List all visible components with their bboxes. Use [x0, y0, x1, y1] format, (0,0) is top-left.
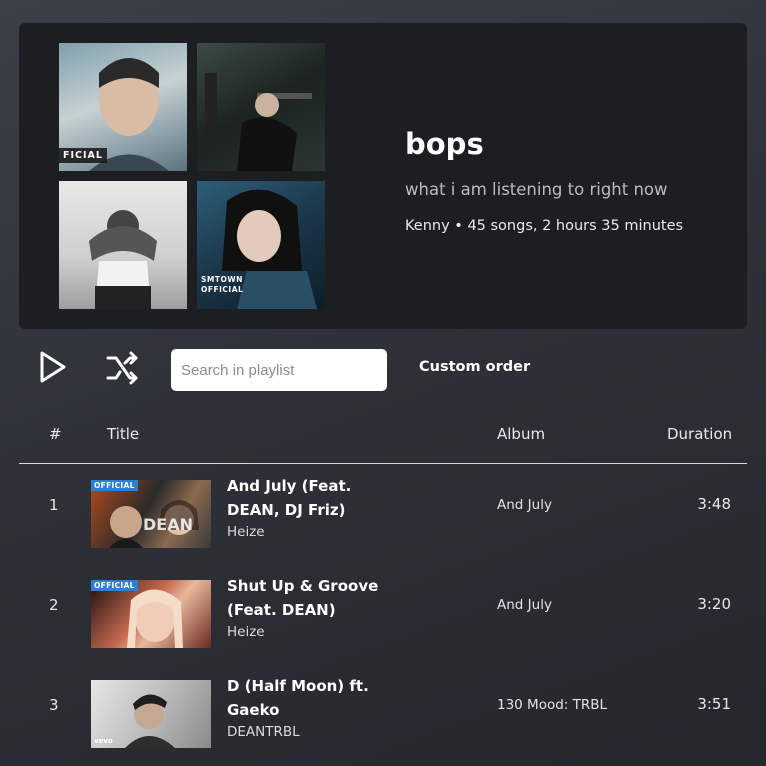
track-number: 2 [49, 596, 59, 614]
track-number: 1 [49, 496, 59, 514]
column-header-album[interactable]: Album [497, 425, 545, 443]
official-badge: OFFICIAL [91, 580, 138, 591]
track-title[interactable]: Shut Up & Groove (Feat. DEAN) [227, 574, 397, 622]
cover-art-1: FICIAL [59, 43, 187, 171]
cover-art-2 [197, 43, 325, 171]
cover-art-4: SMTOWN OFFICIAL [197, 181, 325, 309]
table-row[interactable]: 2 OFFICIAL Shut Up & Groove (Feat. DEAN)… [19, 564, 747, 664]
track-album[interactable]: 130 Mood: TRBL [497, 697, 607, 713]
playlist-meta: Kenny • 45 songs, 2 hours 35 minutes [405, 218, 684, 234]
track-title[interactable]: D (Half Moon) ft. Gaeko [227, 674, 397, 722]
track-number: 3 [49, 696, 59, 714]
track-thumbnail: vevo [91, 680, 211, 748]
shuffle-button[interactable] [104, 350, 140, 386]
vevo-badge: vevo [94, 737, 113, 745]
track-album[interactable]: And July [497, 597, 552, 613]
sort-order-button[interactable]: Custom order [419, 359, 530, 375]
track-thumbnail: DEAN OFFICIAL [91, 480, 211, 548]
cover-tag: FICIAL [59, 148, 107, 163]
column-header-number: # [49, 425, 62, 443]
table-row[interactable]: 3 vevo D (Half Moon) ft. Gaeko DEANTRBL … [19, 664, 747, 764]
track-duration: 3:51 [697, 695, 731, 713]
search-input[interactable] [171, 349, 387, 391]
svg-text:DEAN: DEAN [143, 515, 193, 534]
track-title[interactable]: And July (Feat. DEAN, DJ Friz) [227, 474, 397, 522]
shuffle-icon [106, 351, 138, 385]
track-artist[interactable]: Heize [227, 624, 265, 640]
track-artist[interactable]: DEANTRBL [227, 724, 300, 740]
official-badge: OFFICIAL [91, 480, 138, 491]
playlist-header: FICIAL SMTOWN OFFICIAL bops what i am li… [19, 23, 747, 329]
cover-tag: SMTOWN OFFICIAL [201, 275, 244, 294]
playlist-description: what i am listening to right now [405, 180, 668, 199]
track-album[interactable]: And July [497, 497, 552, 513]
track-artist[interactable]: Heize [227, 524, 265, 540]
table-row[interactable]: 1 DEAN OFFICIAL And July (Feat. DEAN, DJ… [19, 464, 747, 564]
cover-art-3 [59, 181, 187, 309]
track-duration: 3:48 [697, 495, 731, 513]
track-thumbnail: OFFICIAL [91, 580, 211, 648]
column-header-title[interactable]: Title [107, 425, 139, 443]
column-header-duration[interactable]: Duration [667, 425, 732, 443]
playlist-title: bops [405, 127, 484, 161]
play-icon [40, 351, 66, 383]
play-button[interactable] [36, 349, 70, 385]
track-duration: 3:20 [697, 595, 731, 613]
